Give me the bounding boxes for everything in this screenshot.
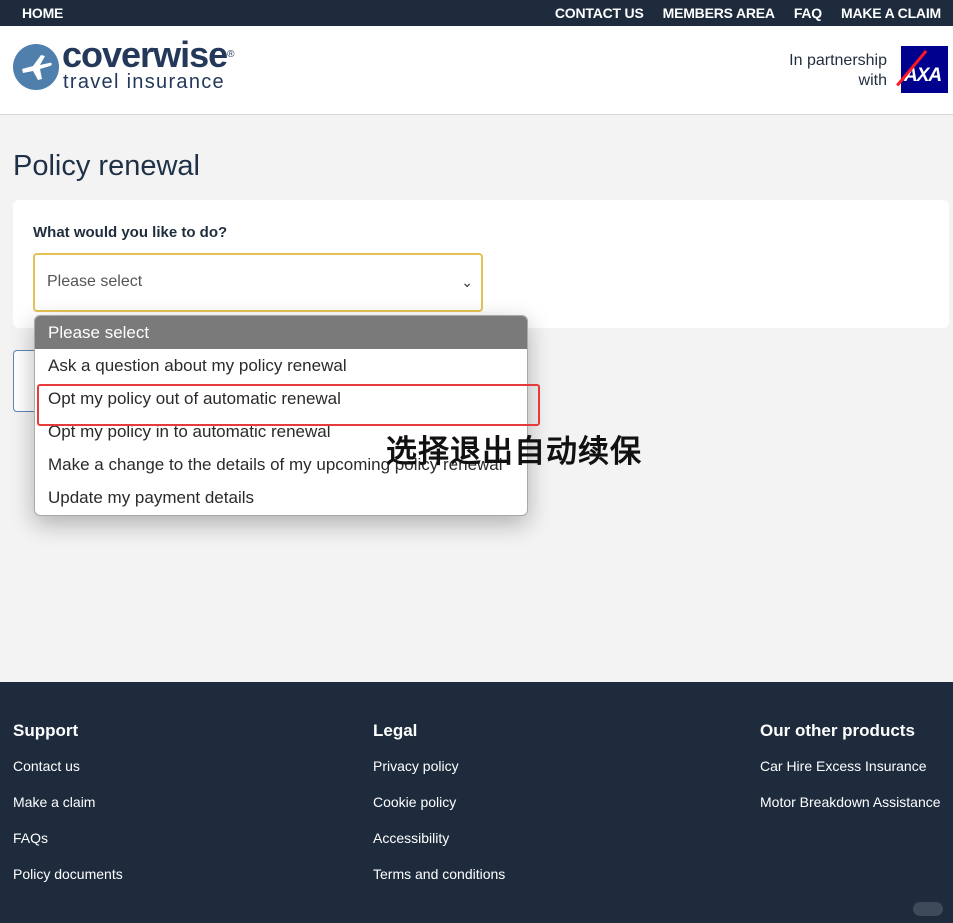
footer-support-heading: Support	[13, 721, 79, 740]
brand-logo[interactable]: coverwise® travel insurance	[62, 37, 235, 93]
footer-contact-us-link[interactable]: Contact us	[13, 758, 123, 776]
footer-terms-link[interactable]: Terms and conditions	[373, 866, 505, 884]
site-footer: Support Contact us Make a claim FAQs Pol…	[0, 682, 953, 923]
nav-members-area-link[interactable]: MEMBERS AREA	[663, 5, 775, 21]
chevron-down-icon: ⌄	[461, 274, 473, 290]
annotation-text: 选择退出自动续保	[386, 434, 642, 470]
nav-make-a-claim-link[interactable]: MAKE A CLAIM	[841, 5, 941, 21]
footer-products-column: Our other products Car Hire Excess Insur…	[760, 721, 941, 830]
axa-logo: AXA	[896, 46, 948, 93]
option-update-payment[interactable]: Update my payment details	[35, 481, 527, 514]
watermark-badge	[913, 902, 943, 916]
option-ask-question[interactable]: Ask a question about my policy renewal	[35, 349, 527, 382]
page-title: Policy renewal	[13, 150, 200, 182]
highlight-annotation-box	[37, 384, 540, 426]
footer-car-hire-link[interactable]: Car Hire Excess Insurance	[760, 758, 941, 776]
airplane-logo-icon[interactable]	[13, 44, 59, 90]
partner-line-2: with	[858, 72, 887, 89]
brand-tagline: travel insurance	[63, 71, 225, 93]
top-nav: HOME CONTACT US MEMBERS AREA FAQ MAKE A …	[0, 0, 953, 26]
footer-faqs-link[interactable]: FAQs	[13, 830, 123, 848]
nav-home-link[interactable]: HOME	[22, 5, 63, 21]
question-label: What would you like to do?	[33, 224, 228, 241]
footer-make-a-claim-link[interactable]: Make a claim	[13, 794, 123, 812]
footer-privacy-policy-link[interactable]: Privacy policy	[373, 758, 505, 776]
footer-products-heading: Our other products	[760, 721, 915, 740]
nav-contact-us-link[interactable]: CONTACT US	[555, 5, 644, 21]
nav-faq-link[interactable]: FAQ	[794, 5, 822, 21]
footer-legal-heading: Legal	[373, 721, 418, 740]
registered-mark: ®	[227, 49, 234, 60]
footer-cookie-policy-link[interactable]: Cookie policy	[373, 794, 505, 812]
footer-policy-documents-link[interactable]: Policy documents	[13, 866, 123, 884]
footer-motor-breakdown-link[interactable]: Motor Breakdown Assistance	[760, 794, 941, 812]
footer-accessibility-link[interactable]: Accessibility	[373, 830, 505, 848]
partner-line-1: In partnership	[789, 52, 887, 69]
footer-support-column: Support Contact us Make a claim FAQs Pol…	[13, 721, 123, 902]
option-please-select[interactable]: Please select	[35, 316, 527, 349]
action-select[interactable]: Please select ⌄	[33, 253, 483, 312]
nav-links: CONTACT US MEMBERS AREA FAQ MAKE A CLAIM	[555, 5, 941, 21]
renewal-form-card: What would you like to do? Please select…	[13, 200, 949, 328]
site-header: coverwise® travel insurance In partnersh…	[0, 26, 953, 115]
select-value: Please select	[47, 273, 143, 290]
brand-name: coverwise	[62, 34, 228, 75]
partnership-text: In partnership with	[789, 51, 887, 91]
footer-legal-column: Legal Privacy policy Cookie policy Acces…	[373, 721, 505, 902]
